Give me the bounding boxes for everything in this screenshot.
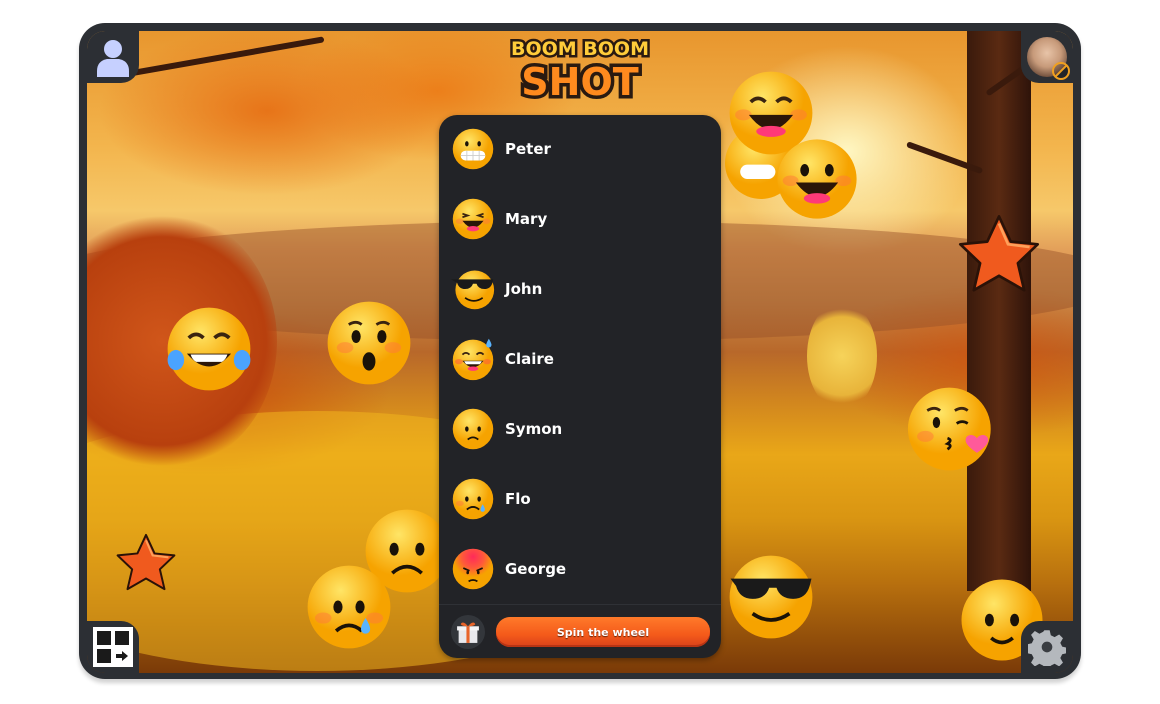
scenery-branch (126, 36, 325, 77)
gift-icon (457, 622, 479, 643)
panel-divider (439, 604, 721, 605)
sunglasses-face-icon (451, 270, 495, 310)
logo-title-line1: BOOM BOOM (508, 36, 651, 63)
settings-gear-icon (1028, 630, 1066, 666)
scenery-tree-trunk (967, 31, 1031, 591)
player-name: John (505, 280, 543, 298)
logo-title-line2: SHOT (518, 58, 642, 107)
grinning-squinting-face-icon (452, 198, 494, 240)
frowning-face-icon (452, 408, 494, 450)
player-row[interactable]: Symon (451, 405, 562, 453)
player-avatar-button[interactable] (1021, 31, 1073, 83)
player-avatar (1027, 37, 1070, 80)
grimacing-face-icon (452, 128, 494, 170)
player-row[interactable]: Claire (451, 335, 554, 383)
floating-star (113, 531, 179, 597)
floating-star (953, 211, 1045, 301)
player-name: Symon (505, 420, 563, 438)
scenery-tree-right (807, 301, 877, 411)
user-profile-icon (97, 40, 129, 77)
player-list-panel: Peter Mary John Claire Symon Flo George … (439, 115, 721, 658)
layout-switch-icon (93, 627, 133, 667)
floating-emoji-crying (303, 561, 395, 653)
floating-emoji-laugh-tears (163, 303, 255, 395)
settings-button[interactable] (1021, 621, 1073, 673)
floating-emoji-kiss (905, 383, 1001, 475)
spin-the-wheel-button[interactable]: Spin the wheel (496, 617, 710, 647)
player-row[interactable]: Flo (451, 475, 531, 523)
blocked-icon (1052, 62, 1070, 80)
floating-emoji-cool (725, 551, 817, 643)
player-name: Mary (505, 210, 548, 228)
player-row[interactable]: John (451, 265, 542, 313)
sad-tear-face-icon (452, 478, 494, 520)
player-name: Claire (505, 350, 554, 368)
game-device-frame: BOOM BOOM SHOT Peter Mary John Claire Sy… (79, 23, 1081, 679)
gift-button[interactable] (451, 615, 485, 649)
profile-button[interactable] (87, 31, 139, 83)
game-logo: BOOM BOOM SHOT (508, 33, 651, 115)
game-screen: BOOM BOOM SHOT Peter Mary John Claire Sy… (87, 31, 1073, 673)
player-name: Flo (505, 490, 531, 508)
floating-emoji-smiley (773, 135, 861, 223)
player-row[interactable]: Mary (451, 195, 547, 243)
angry-face-icon (452, 548, 494, 590)
layout-switch-button[interactable] (87, 621, 139, 673)
floating-emoji-surprised (323, 297, 415, 389)
player-row[interactable]: Peter (451, 125, 551, 173)
grinning-sweat-face-icon (452, 338, 494, 381)
player-name: Peter (505, 140, 551, 158)
player-row[interactable]: George (451, 545, 566, 593)
player-name: George (505, 560, 567, 578)
